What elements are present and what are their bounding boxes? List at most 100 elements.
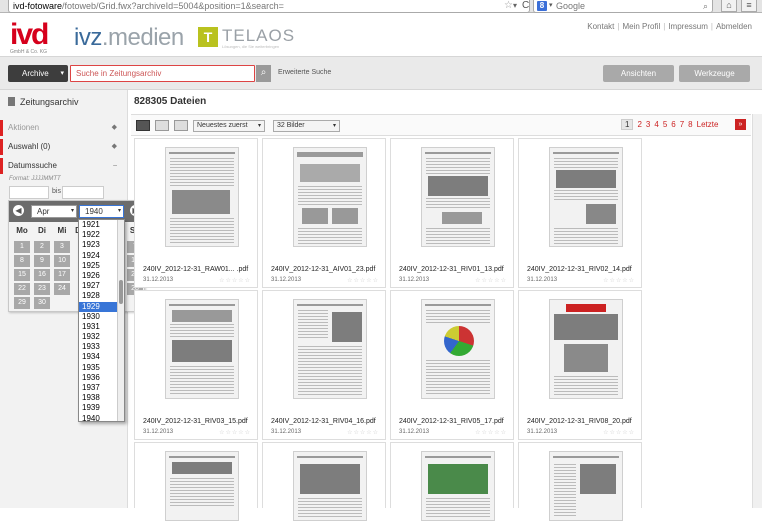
page-link[interactable]: 6 <box>671 120 675 129</box>
page-thumbnail[interactable] <box>549 299 623 399</box>
file-name[interactable]: 240IV_2012-12-31_RIV03_15.pdf <box>143 418 248 425</box>
file-card[interactable] <box>134 442 258 521</box>
browser-search-input[interactable]: 8 ▾ Google ⌕ <box>533 0 713 13</box>
sidebar-item-auswahl[interactable]: Auswahl (0) ◆ <box>0 139 127 155</box>
calendar-day[interactable]: 29 <box>14 297 30 309</box>
file-card[interactable]: 240IV_2012-12-31_RIV01_13.pdf 31.12.2013… <box>390 138 514 288</box>
file-name[interactable]: 240IV_2012-12-31_AIV01_23.pdf <box>271 266 375 273</box>
date-to-input[interactable] <box>62 186 104 199</box>
page-thumbnail[interactable] <box>293 147 367 247</box>
ivz-medien-logo[interactable]: ivz.medien <box>74 26 184 50</box>
calendar-day[interactable]: 24 <box>54 283 70 295</box>
url-bar[interactable]: ivd-fotoware/fotoweb/Grid.fwx?archiveId=… <box>8 0 530 13</box>
rating-stars[interactable]: ☆☆☆☆☆ <box>219 277 251 284</box>
archive-dropdown[interactable]: Archive ▾ <box>8 65 68 82</box>
large-view-icon[interactable] <box>155 120 169 131</box>
month-select[interactable]: Apr ▾ <box>31 205 77 218</box>
file-name[interactable]: 240IV_2012-12-31_RIV08_20.pdf <box>527 418 632 425</box>
search-engine-dropdown-icon[interactable]: ▾ <box>549 0 553 12</box>
file-card[interactable]: 240IV_2012-12-31_RIV04_16.pdf 31.12.2013… <box>262 290 386 440</box>
bookmark-star-icon[interactable]: ☆ <box>504 0 513 12</box>
file-card[interactable] <box>518 442 642 521</box>
file-card[interactable]: 240IV_2012-12-31_AIV01_23.pdf 31.12.2013… <box>262 138 386 288</box>
page-link-current[interactable]: 1 <box>621 119 634 130</box>
rating-stars[interactable]: ☆☆☆☆☆ <box>475 277 507 284</box>
link-mein-profil[interactable]: Mein Profil <box>622 22 660 31</box>
ivd-logo[interactable]: ivd GmbH & Co. KG <box>10 20 49 58</box>
page-link[interactable]: 3 <box>646 120 650 129</box>
rating-stars[interactable]: ☆☆☆☆☆ <box>475 429 507 436</box>
calendar-day[interactable]: 23 <box>34 283 50 295</box>
home-icon[interactable]: ⌂ <box>721 0 737 12</box>
page-thumbnail[interactable] <box>549 147 623 247</box>
page-thumbnail[interactable] <box>165 147 239 247</box>
page-link[interactable]: 4 <box>654 120 658 129</box>
calendar-day[interactable]: 17 <box>54 269 70 281</box>
grid-view-icon[interactable] <box>136 120 150 131</box>
calendar-day[interactable]: 15 <box>14 269 30 281</box>
year-select[interactable]: 1940 ▾ <box>79 205 124 218</box>
link-abmelden[interactable]: Abmelden <box>716 22 752 31</box>
file-name[interactable]: 240IV_2012-12-31_RIV02_14.pdf <box>527 266 632 273</box>
search-icon[interactable]: ⌕ <box>703 0 708 12</box>
page-link[interactable]: 5 <box>663 120 667 129</box>
ansichten-button[interactable]: Ansichten <box>603 65 674 82</box>
link-kontakt[interactable]: Kontakt <box>587 22 614 31</box>
year-list-scrollbar[interactable] <box>117 220 124 421</box>
date-from-input[interactable] <box>9 186 49 199</box>
file-name[interactable]: 240IV_2012-12-31_RIV01_13.pdf <box>399 266 504 273</box>
year-list-scroll-thumb[interactable] <box>119 280 123 304</box>
calendar-day[interactable]: 2 <box>34 241 50 253</box>
page-thumbnail[interactable] <box>421 147 495 247</box>
next-page-icon[interactable]: » <box>735 119 746 130</box>
rating-stars[interactable]: ☆☆☆☆☆ <box>603 277 635 284</box>
main-scrollbar[interactable] <box>752 114 762 508</box>
file-name[interactable]: 240IV_2012-12-31_RAW01... .pdf <box>143 266 248 273</box>
page-link[interactable]: 8 <box>688 120 692 129</box>
page-link[interactable]: 7 <box>680 120 684 129</box>
link-impressum[interactable]: Impressum <box>668 22 708 31</box>
rating-stars[interactable]: ☆☆☆☆☆ <box>347 429 379 436</box>
reload-icon[interactable]: C <box>522 0 529 12</box>
sidebar-item-aktionen[interactable]: Aktionen ◆ <box>0 120 127 136</box>
list-view-icon[interactable] <box>174 120 188 131</box>
menu-icon[interactable]: ≡ <box>741 0 757 12</box>
calendar-day[interactable]: 8 <box>14 255 30 267</box>
page-thumbnail[interactable] <box>165 299 239 399</box>
file-card[interactable]: 240IV_2012-12-31_RIV05_17.pdf 31.12.2013… <box>390 290 514 440</box>
page-thumbnail[interactable] <box>293 299 367 399</box>
page-link[interactable]: 2 <box>637 120 641 129</box>
file-card[interactable] <box>390 442 514 521</box>
url-dropdown-icon[interactable]: ▾ <box>513 0 517 12</box>
werkzeuge-button[interactable]: Werkzeuge <box>679 65 750 82</box>
calendar-day[interactable]: 1 <box>14 241 30 253</box>
rating-stars[interactable]: ☆☆☆☆☆ <box>219 429 251 436</box>
year-dropdown-list[interactable]: 1921 1922 1923 1924 1925 1926 1927 1928 … <box>78 219 125 422</box>
calendar-day[interactable]: 9 <box>34 255 50 267</box>
rating-stars[interactable]: ☆☆☆☆☆ <box>347 277 379 284</box>
file-card[interactable]: 240IV_2012-12-31_RAW01... .pdf 31.12.201… <box>134 138 258 288</box>
file-card[interactable] <box>262 442 386 521</box>
page-thumbnail[interactable] <box>549 451 623 521</box>
file-name[interactable]: 240IV_2012-12-31_RIV05_17.pdf <box>399 418 504 425</box>
archive-search-input[interactable]: Suche in Zeitungsarchiv <box>70 65 255 82</box>
page-thumbnail[interactable] <box>293 451 367 521</box>
file-card[interactable]: 240IV_2012-12-31_RIV03_15.pdf 31.12.2013… <box>134 290 258 440</box>
calendar-day[interactable]: 22 <box>14 283 30 295</box>
calendar-day[interactable]: 30 <box>34 297 50 309</box>
page-thumbnail[interactable] <box>421 299 495 399</box>
last-page-link[interactable]: Letzte <box>697 120 719 129</box>
calendar-day[interactable]: 3 <box>54 241 70 253</box>
per-page-select[interactable]: 32 Bilder ▾ <box>273 120 340 132</box>
advanced-search-link[interactable]: Erweiterte Suche <box>278 69 331 76</box>
prev-month-icon[interactable]: ◀ <box>13 205 24 216</box>
calendar-day[interactable]: 16 <box>34 269 50 281</box>
rating-stars[interactable]: ☆☆☆☆☆ <box>603 429 635 436</box>
file-card[interactable]: 240IV_2012-12-31_RIV08_20.pdf 31.12.2013… <box>518 290 642 440</box>
archive-search-button[interactable]: ⌕ <box>256 65 271 82</box>
page-thumbnail[interactable] <box>421 451 495 521</box>
calendar-day[interactable]: 10 <box>54 255 70 267</box>
sidebar-item-datumssuche[interactable]: Datumssuche – <box>0 158 127 174</box>
file-card[interactable]: 240IV_2012-12-31_RIV02_14.pdf 31.12.2013… <box>518 138 642 288</box>
file-name[interactable]: 240IV_2012-12-31_RIV04_16.pdf <box>271 418 376 425</box>
